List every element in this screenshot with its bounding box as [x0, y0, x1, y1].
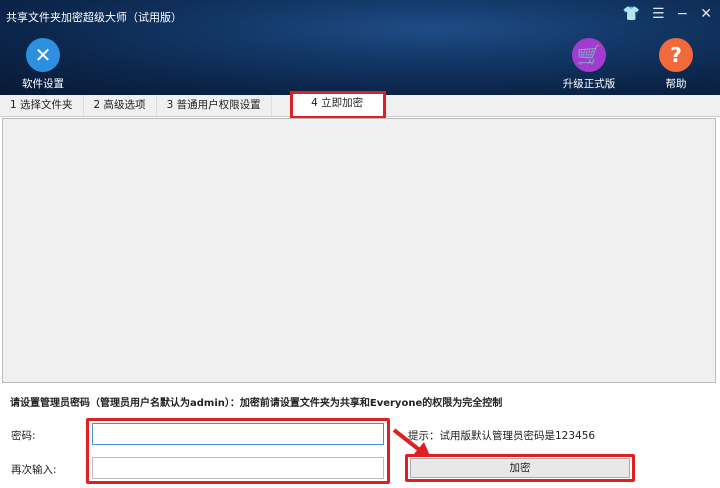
confirm-label: 再次输入: — [11, 464, 57, 476]
upgrade-button[interactable]: 🛒 升级正式版 — [559, 38, 619, 91]
content-panel — [2, 118, 716, 383]
close-icon[interactable]: ✕ — [700, 6, 712, 22]
help-label: 帮助 — [665, 78, 687, 90]
menu-icon[interactable]: ☰ — [652, 6, 665, 22]
upgrade-label: 升级正式版 — [562, 78, 616, 90]
password-note: 请设置管理员密码（管理员用户名默认为admin）：加密前请设置文件夹为共享和Ev… — [10, 398, 503, 409]
tab-select-folder[interactable]: 1 选择文件夹 — [0, 95, 84, 116]
hint-text: 提示：试用版默认管理员密码是123456 — [408, 430, 596, 442]
app-header: 共享文件夹加密超级大师（试用版） 👕 ☰ − ✕ ✕ 软件设置 🛒 升级正式版 … — [0, 0, 720, 95]
tab-bar: 1 选择文件夹 2 高级选项 3 普通用户权限设置 4 立即加密 — [0, 91, 720, 119]
cart-icon: 🛒 — [572, 38, 606, 72]
tab-encrypt-now[interactable]: 4 立即加密 — [289, 91, 386, 119]
help-icon: ? — [659, 38, 693, 72]
tools-icon: ✕ — [26, 38, 60, 72]
skin-icon[interactable]: 👕 — [623, 6, 640, 22]
settings-button[interactable]: ✕ 软件设置 — [13, 38, 73, 91]
minimize-icon[interactable]: − — [677, 6, 689, 22]
tab-permissions[interactable]: 3 普通用户权限设置 — [157, 95, 272, 116]
inputs-highlight — [86, 418, 390, 484]
button-highlight — [405, 454, 635, 482]
password-label: 密码: — [11, 430, 36, 442]
window-title: 共享文件夹加密超级大师（试用版） — [6, 11, 182, 24]
tab-advanced[interactable]: 2 高级选项 — [84, 95, 157, 116]
help-button[interactable]: ? 帮助 — [646, 38, 706, 91]
settings-label: 软件设置 — [22, 78, 64, 90]
